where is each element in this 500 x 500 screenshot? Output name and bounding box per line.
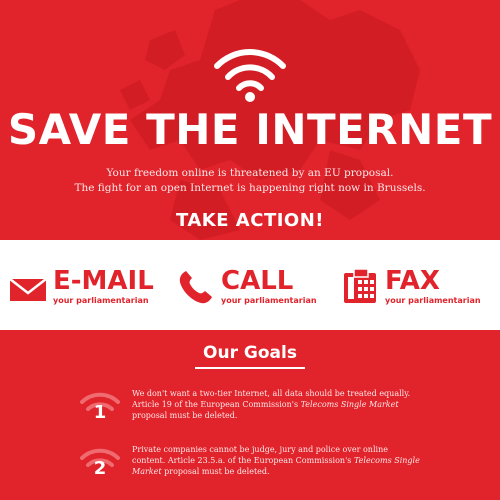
- hero-section: SAVE THE INTERNET Your freedom online is…: [0, 0, 500, 240]
- goal-text-italic: Telecoms Single Market: [300, 400, 399, 409]
- envelope-icon: [9, 278, 47, 301]
- goal-text-part: proposal must be deleted.: [161, 467, 270, 476]
- email-sub: your parliamentarian: [53, 296, 149, 305]
- goal-number: 1: [93, 402, 107, 423]
- subtitle-line-1: Your freedom online is threatened by an …: [106, 167, 394, 179]
- hero-subtitle: Your freedom online is threatened by an …: [0, 166, 500, 196]
- page-title: SAVE THE INTERNET: [7, 105, 493, 154]
- wifi-icon: [214, 49, 286, 102]
- take-action-heading: TAKE ACTION!: [175, 210, 324, 231]
- subtitle-line-2: The fight for an open Internet is happen…: [74, 182, 426, 194]
- email-action[interactable]: E-MAIL your parliamentarian: [8, 267, 154, 307]
- fax-action[interactable]: FAX your parliamentarian: [340, 267, 481, 307]
- fax-sub: your parliamentarian: [385, 296, 481, 305]
- email-label: E-MAIL: [53, 266, 154, 296]
- fax-label: FAX: [385, 266, 440, 296]
- goal-text-part: Private companies cannot be judge, jury …: [132, 445, 388, 465]
- call-sub: your parliamentarian: [221, 296, 317, 305]
- goal-badge: 1: [78, 388, 122, 432]
- goal-text: Private companies cannot be judge, jury …: [132, 444, 422, 477]
- goal-number: 2: [93, 458, 107, 479]
- call-action[interactable]: CALL your parliamentarian: [176, 267, 317, 307]
- goal-badge: 2: [78, 444, 122, 488]
- goals-title: Our Goals: [203, 343, 297, 363]
- goal-text: We don't want a two-tier Internet, all d…: [132, 388, 422, 421]
- fax-icon: [344, 268, 376, 303]
- goals-underline: [195, 367, 305, 369]
- call-label: CALL: [221, 266, 294, 296]
- goal-text-part: proposal must be deleted.: [132, 411, 238, 420]
- phone-icon: [179, 271, 212, 304]
- action-band: E-MAIL your parliamentarian CALL your pa…: [0, 240, 500, 330]
